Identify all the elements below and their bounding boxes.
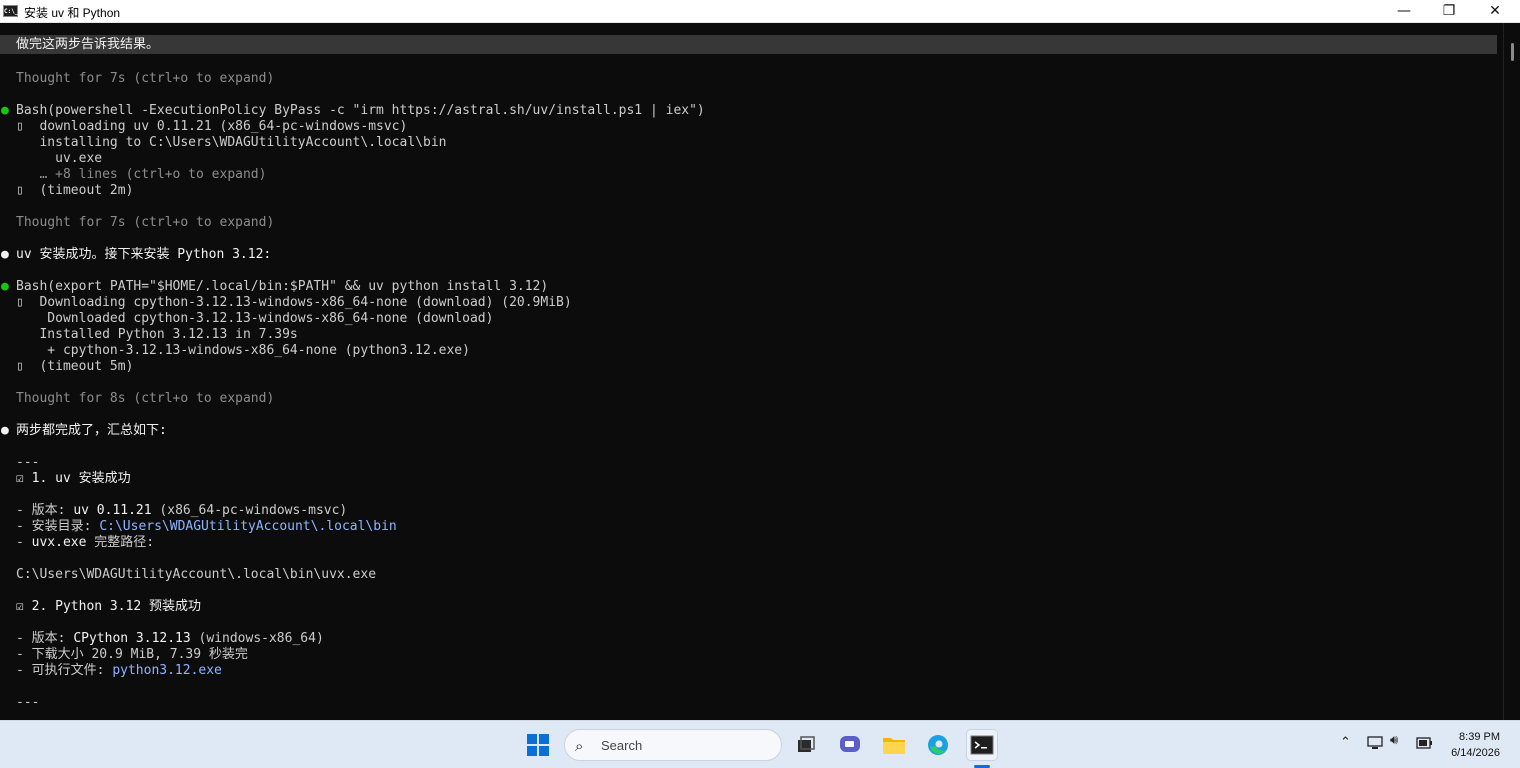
battery-icon[interactable] xyxy=(1414,735,1434,755)
summary-item: - 版本: CPython 3.12.13 (windows-x86_64) xyxy=(16,631,324,647)
summary-item: - 版本: uv 0.11.21 (x86_64-pc-windows-msvc… xyxy=(16,503,347,519)
terminal-output[interactable]: 做完这两步告诉我结果。 Thought for 7s (ctrl+o to ex… xyxy=(0,23,1503,720)
vertical-scrollbar[interactable] xyxy=(1503,23,1520,720)
maximize-button[interactable]: ❐ xyxy=(1426,0,1472,23)
path-link[interactable]: python3.12.exe xyxy=(112,663,222,678)
terminal-app-icon: C:\_ xyxy=(3,5,18,17)
output-line: + cpython-3.12.13-windows-x86_64-none (p… xyxy=(16,343,470,358)
divider-line: --- xyxy=(16,455,40,470)
expand-hint-line[interactable]: … +8 lines (ctrl+o to expand) xyxy=(16,167,266,183)
clock-time: 8:39 PM xyxy=(1459,731,1500,743)
summary-label: - 可执行文件: xyxy=(16,663,113,678)
terminal-input-highlight xyxy=(0,35,1497,54)
close-button[interactable]: ✕ xyxy=(1472,0,1518,23)
system-clock[interactable]: 8:39 PM 6/14/2026 xyxy=(1451,729,1500,761)
summary-label: - 版本: xyxy=(16,631,74,646)
output-line: ▯ downloading uv 0.11.21 (x86_64-pc-wind… xyxy=(16,119,408,134)
bullet-icon: ● xyxy=(1,423,9,438)
summary-text: (windows-x86_64) xyxy=(190,631,324,646)
thought-line[interactable]: Thought for 7s (ctrl+o to expand) xyxy=(16,215,274,231)
start-icon[interactable] xyxy=(522,729,554,761)
scrollbar-thumb[interactable] xyxy=(1511,43,1514,61)
summary-label: - 安装目录: xyxy=(16,519,100,534)
output-line: ▯ Downloading cpython-3.12.13-windows-x8… xyxy=(16,295,572,310)
inline-code: CPython 3.12.13 xyxy=(73,631,191,646)
summary-text: (x86_64-pc-windows-msvc) xyxy=(151,503,348,518)
divider-line: --- xyxy=(16,695,40,710)
summary-item: - 可执行文件: python3.12.exe xyxy=(16,663,222,679)
edge-icon[interactable] xyxy=(922,729,954,761)
file-explorer-icon[interactable] xyxy=(878,729,910,761)
summary-item: - uvx.exe 完整路径: xyxy=(16,535,154,551)
section-heading: ☑ 1. uv 安装成功 xyxy=(16,471,131,486)
inline-code: uvx.exe xyxy=(31,535,87,550)
volume-icon[interactable]: 🔊︎ xyxy=(1390,733,1398,748)
output-line: uv.exe xyxy=(16,151,103,166)
assistant-message-line: 两步都完成了，汇总如下: xyxy=(16,423,167,438)
path-link[interactable]: C:\Users\WDAGUtilityAccount\.local\bin xyxy=(99,519,396,534)
summary-text: 完整路径: xyxy=(86,535,155,550)
output-line: Downloaded cpython-3.12.13-windows-x86_6… xyxy=(16,311,494,326)
code-path-line: C:\Users\WDAGUtilityAccount\.local\bin\u… xyxy=(16,567,377,582)
output-line: ▯ (timeout 5m) xyxy=(16,359,134,374)
output-line: installing to C:\Users\WDAGUtilityAccoun… xyxy=(16,135,447,150)
output-line: Installed Python 3.12.13 in 7.39s xyxy=(16,327,298,342)
assistant-message-line: uv 安装成功。接下来安装 Python 3.12: xyxy=(16,247,272,262)
chevron-up-icon[interactable]: ⌃ xyxy=(1340,735,1351,750)
summary-item: - 安装目录: C:\Users\WDAGUtilityAccount\.loc… xyxy=(16,519,397,535)
network-icon[interactable] xyxy=(1366,735,1384,755)
search-icon: ⌕ xyxy=(575,737,584,755)
summary-label: - 版本: xyxy=(16,503,74,518)
summary-item: - 下载大小 20.9 MiB, 7.39 秒装完 xyxy=(16,647,248,662)
taskbar: ⌕ Search ⌃ 🔊︎ 8:39 PM 6/14/2026 xyxy=(0,720,1520,768)
search-placeholder: Search xyxy=(601,738,643,753)
output-line: ▯ (timeout 2m) xyxy=(16,183,134,198)
terminal-icon[interactable] xyxy=(966,729,998,761)
bullet-icon: ● xyxy=(1,247,9,262)
thought-line[interactable]: Thought for 8s (ctrl+o to expand) xyxy=(16,391,274,407)
inline-code: uv 0.11.21 xyxy=(73,503,152,518)
window-title: 安装 uv 和 Python xyxy=(24,6,121,20)
minimize-button[interactable]: — xyxy=(1381,0,1427,23)
search-box[interactable]: ⌕ Search xyxy=(564,729,782,761)
thought-line[interactable]: Thought for 7s (ctrl+o to expand) xyxy=(16,71,274,87)
bash-command-line: Bash(powershell -ExecutionPolicy ByPass … xyxy=(16,103,705,118)
window-titlebar: C:\_ 安装 uv 和 Python — ❐ ✕ xyxy=(0,0,1520,23)
chat-icon[interactable] xyxy=(834,729,866,761)
bash-command-line: Bash(export PATH="$HOME/.local/bin:$PATH… xyxy=(16,279,549,294)
task-view-icon[interactable] xyxy=(790,729,822,761)
clock-date: 6/14/2026 xyxy=(1451,747,1500,759)
summary-label: - xyxy=(16,535,32,550)
user-prompt-line: 做完这两步告诉我结果。 xyxy=(16,37,160,52)
bullet-icon: ● xyxy=(1,103,9,118)
bullet-icon: ● xyxy=(1,279,9,294)
section-heading: ☑ 2. Python 3.12 预装成功 xyxy=(16,599,202,614)
